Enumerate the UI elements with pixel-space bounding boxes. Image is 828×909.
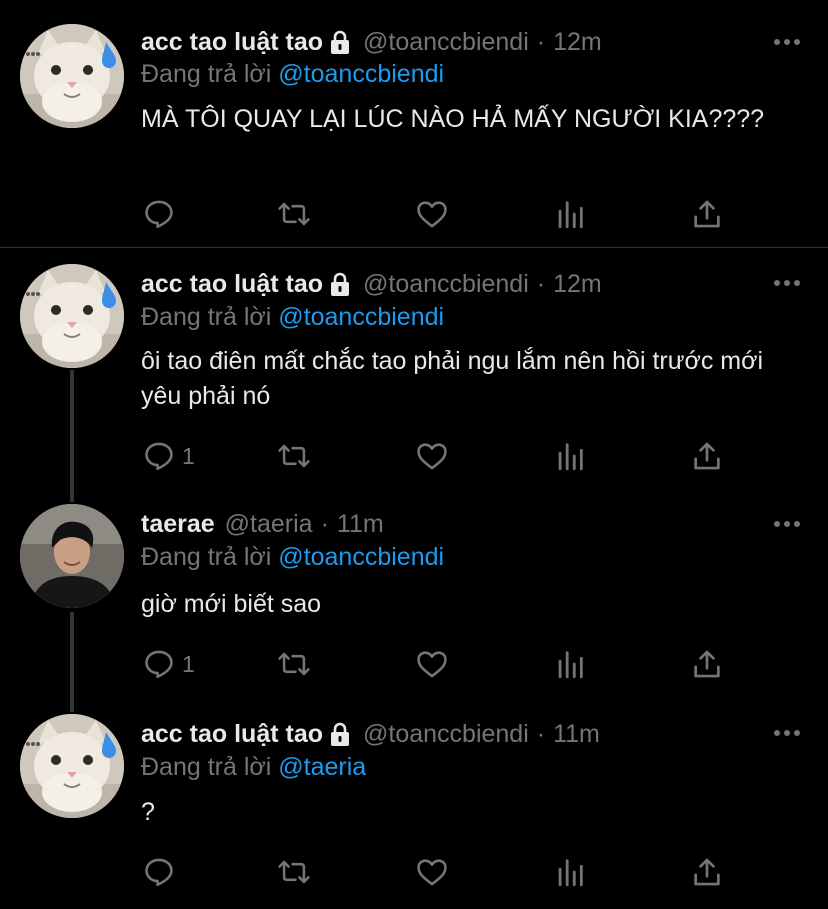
handle[interactable]: @taeria	[225, 510, 313, 539]
retweet-icon	[278, 652, 310, 676]
reply-context: Đang trả lời @taeria	[141, 753, 366, 782]
display-name[interactable]: acc tao luật tao	[141, 28, 323, 57]
like-icon	[417, 859, 447, 886]
reply-icon	[145, 650, 173, 679]
reply-mention[interactable]: @toanccbiendi	[278, 303, 444, 331]
share-button[interactable]	[690, 646, 724, 682]
analytics-icon	[558, 443, 583, 471]
like-button[interactable]	[415, 854, 449, 890]
avatar[interactable]	[20, 504, 124, 608]
share-icon	[694, 858, 720, 886]
separator-dot: ·	[536, 269, 546, 298]
tweet-header: acc tao luật tao @toanccbiendi · 11m	[141, 717, 600, 751]
share-icon	[694, 442, 720, 470]
tweet-header: acc tao luật tao @toanccbiendi · 12m	[141, 25, 602, 59]
analytics-icon	[558, 651, 583, 679]
reply-context: Đang trả lời @toanccbiendi	[141, 60, 444, 89]
tweet-2[interactable]: acc tao luật tao @toanccbiendi · 12m Đan…	[0, 248, 828, 496]
analytics-button[interactable]	[553, 646, 587, 682]
display-name[interactable]: acc tao luật tao	[141, 720, 323, 749]
timestamp[interactable]: 12m	[553, 28, 602, 57]
reply-button[interactable]	[142, 196, 182, 232]
handle[interactable]: @toanccbiendi	[363, 270, 529, 299]
display-name[interactable]: taerae	[141, 510, 215, 539]
more-options-icon[interactable]	[772, 519, 802, 529]
share-button[interactable]	[690, 854, 724, 890]
retweet-icon	[278, 444, 310, 468]
more-options-icon[interactable]	[772, 728, 802, 738]
analytics-icon	[558, 201, 583, 229]
lock-icon	[331, 30, 349, 54]
reply-mention[interactable]: @toanccbiendi	[278, 543, 444, 571]
reply-context: Đang trả lời @toanccbiendi	[141, 543, 444, 572]
like-icon	[417, 651, 447, 678]
avatar[interactable]	[20, 24, 124, 128]
avatar[interactable]	[20, 264, 124, 368]
like-icon	[417, 443, 447, 470]
retweet-button[interactable]	[276, 196, 312, 232]
separator-dot: ·	[536, 719, 546, 748]
reply-mention[interactable]: @taeria	[278, 753, 366, 781]
reply-count: 1	[182, 650, 195, 677]
lock-icon	[331, 722, 349, 746]
share-button[interactable]	[690, 196, 724, 232]
separator-dot: ·	[536, 27, 546, 56]
share-button[interactable]	[690, 438, 724, 474]
share-icon	[694, 650, 720, 678]
tweet-1[interactable]: acc tao luật tao @toanccbiendi · 12m Đan…	[0, 0, 828, 247]
handle[interactable]: @toanccbiendi	[363, 720, 529, 749]
tweet-3[interactable]: taerae @taeria · 11m Đang trả lời @toanc…	[0, 496, 828, 704]
lock-icon	[331, 272, 349, 296]
reply-prefix: Đang trả lời	[141, 543, 272, 571]
reply-icon	[145, 858, 173, 887]
tweet-header: taerae @taeria · 11m	[141, 507, 384, 541]
timestamp[interactable]: 11m	[553, 720, 600, 749]
like-button[interactable]	[415, 196, 449, 232]
reply-icon	[145, 200, 173, 229]
retweet-icon	[278, 860, 310, 884]
share-icon	[694, 200, 720, 228]
tweet-header: acc tao luật tao @toanccbiendi · 12m	[141, 267, 602, 301]
avatar[interactable]	[20, 714, 124, 818]
reply-prefix: Đang trả lời	[141, 303, 272, 331]
timestamp[interactable]: 11m	[337, 510, 384, 539]
reply-context: Đang trả lời @toanccbiendi	[141, 303, 444, 332]
analytics-icon	[558, 859, 583, 887]
separator-dot: ·	[320, 509, 329, 538]
handle[interactable]: @toanccbiendi	[363, 28, 529, 57]
like-icon	[417, 201, 447, 228]
reply-button[interactable]: 1	[142, 438, 195, 474]
analytics-button[interactable]	[553, 196, 587, 232]
analytics-button[interactable]	[553, 438, 587, 474]
display-name[interactable]: acc tao luật tao	[141, 270, 323, 299]
reply-button[interactable]: 1	[142, 646, 195, 682]
reply-mention[interactable]: @toanccbiendi	[278, 60, 444, 88]
retweet-button[interactable]	[276, 646, 312, 682]
more-options-icon[interactable]	[772, 37, 802, 47]
reply-prefix: Đang trả lời	[141, 60, 272, 88]
tweet-text: giờ mới biết sao	[141, 590, 322, 618]
reply-count: 1	[182, 442, 195, 469]
timestamp[interactable]: 12m	[553, 270, 602, 299]
reply-prefix: Đang trả lời	[141, 753, 272, 781]
analytics-button[interactable]	[553, 854, 587, 890]
tweet-text: ?	[141, 798, 155, 826]
tweet-4[interactable]: acc tao luật tao @toanccbiendi · 11m Đan…	[0, 704, 828, 909]
like-button[interactable]	[415, 438, 449, 474]
more-options-icon[interactable]	[772, 278, 802, 288]
reply-icon	[145, 442, 173, 471]
timeline: acc tao luật tao @toanccbiendi · 12m Đan…	[0, 0, 828, 909]
retweet-button[interactable]	[276, 438, 312, 474]
reply-button[interactable]	[142, 854, 182, 890]
tweet-text: MÀ TÔI QUAY LẠI LÚC NÀO HẢ MẤY NGƯỜI KIA…	[141, 105, 765, 133]
retweet-button[interactable]	[276, 854, 312, 890]
tweet-text: ôi tao điên mất chắc tao phải ngu lắm nê…	[141, 347, 764, 410]
like-button[interactable]	[415, 646, 449, 682]
retweet-icon	[278, 202, 310, 226]
